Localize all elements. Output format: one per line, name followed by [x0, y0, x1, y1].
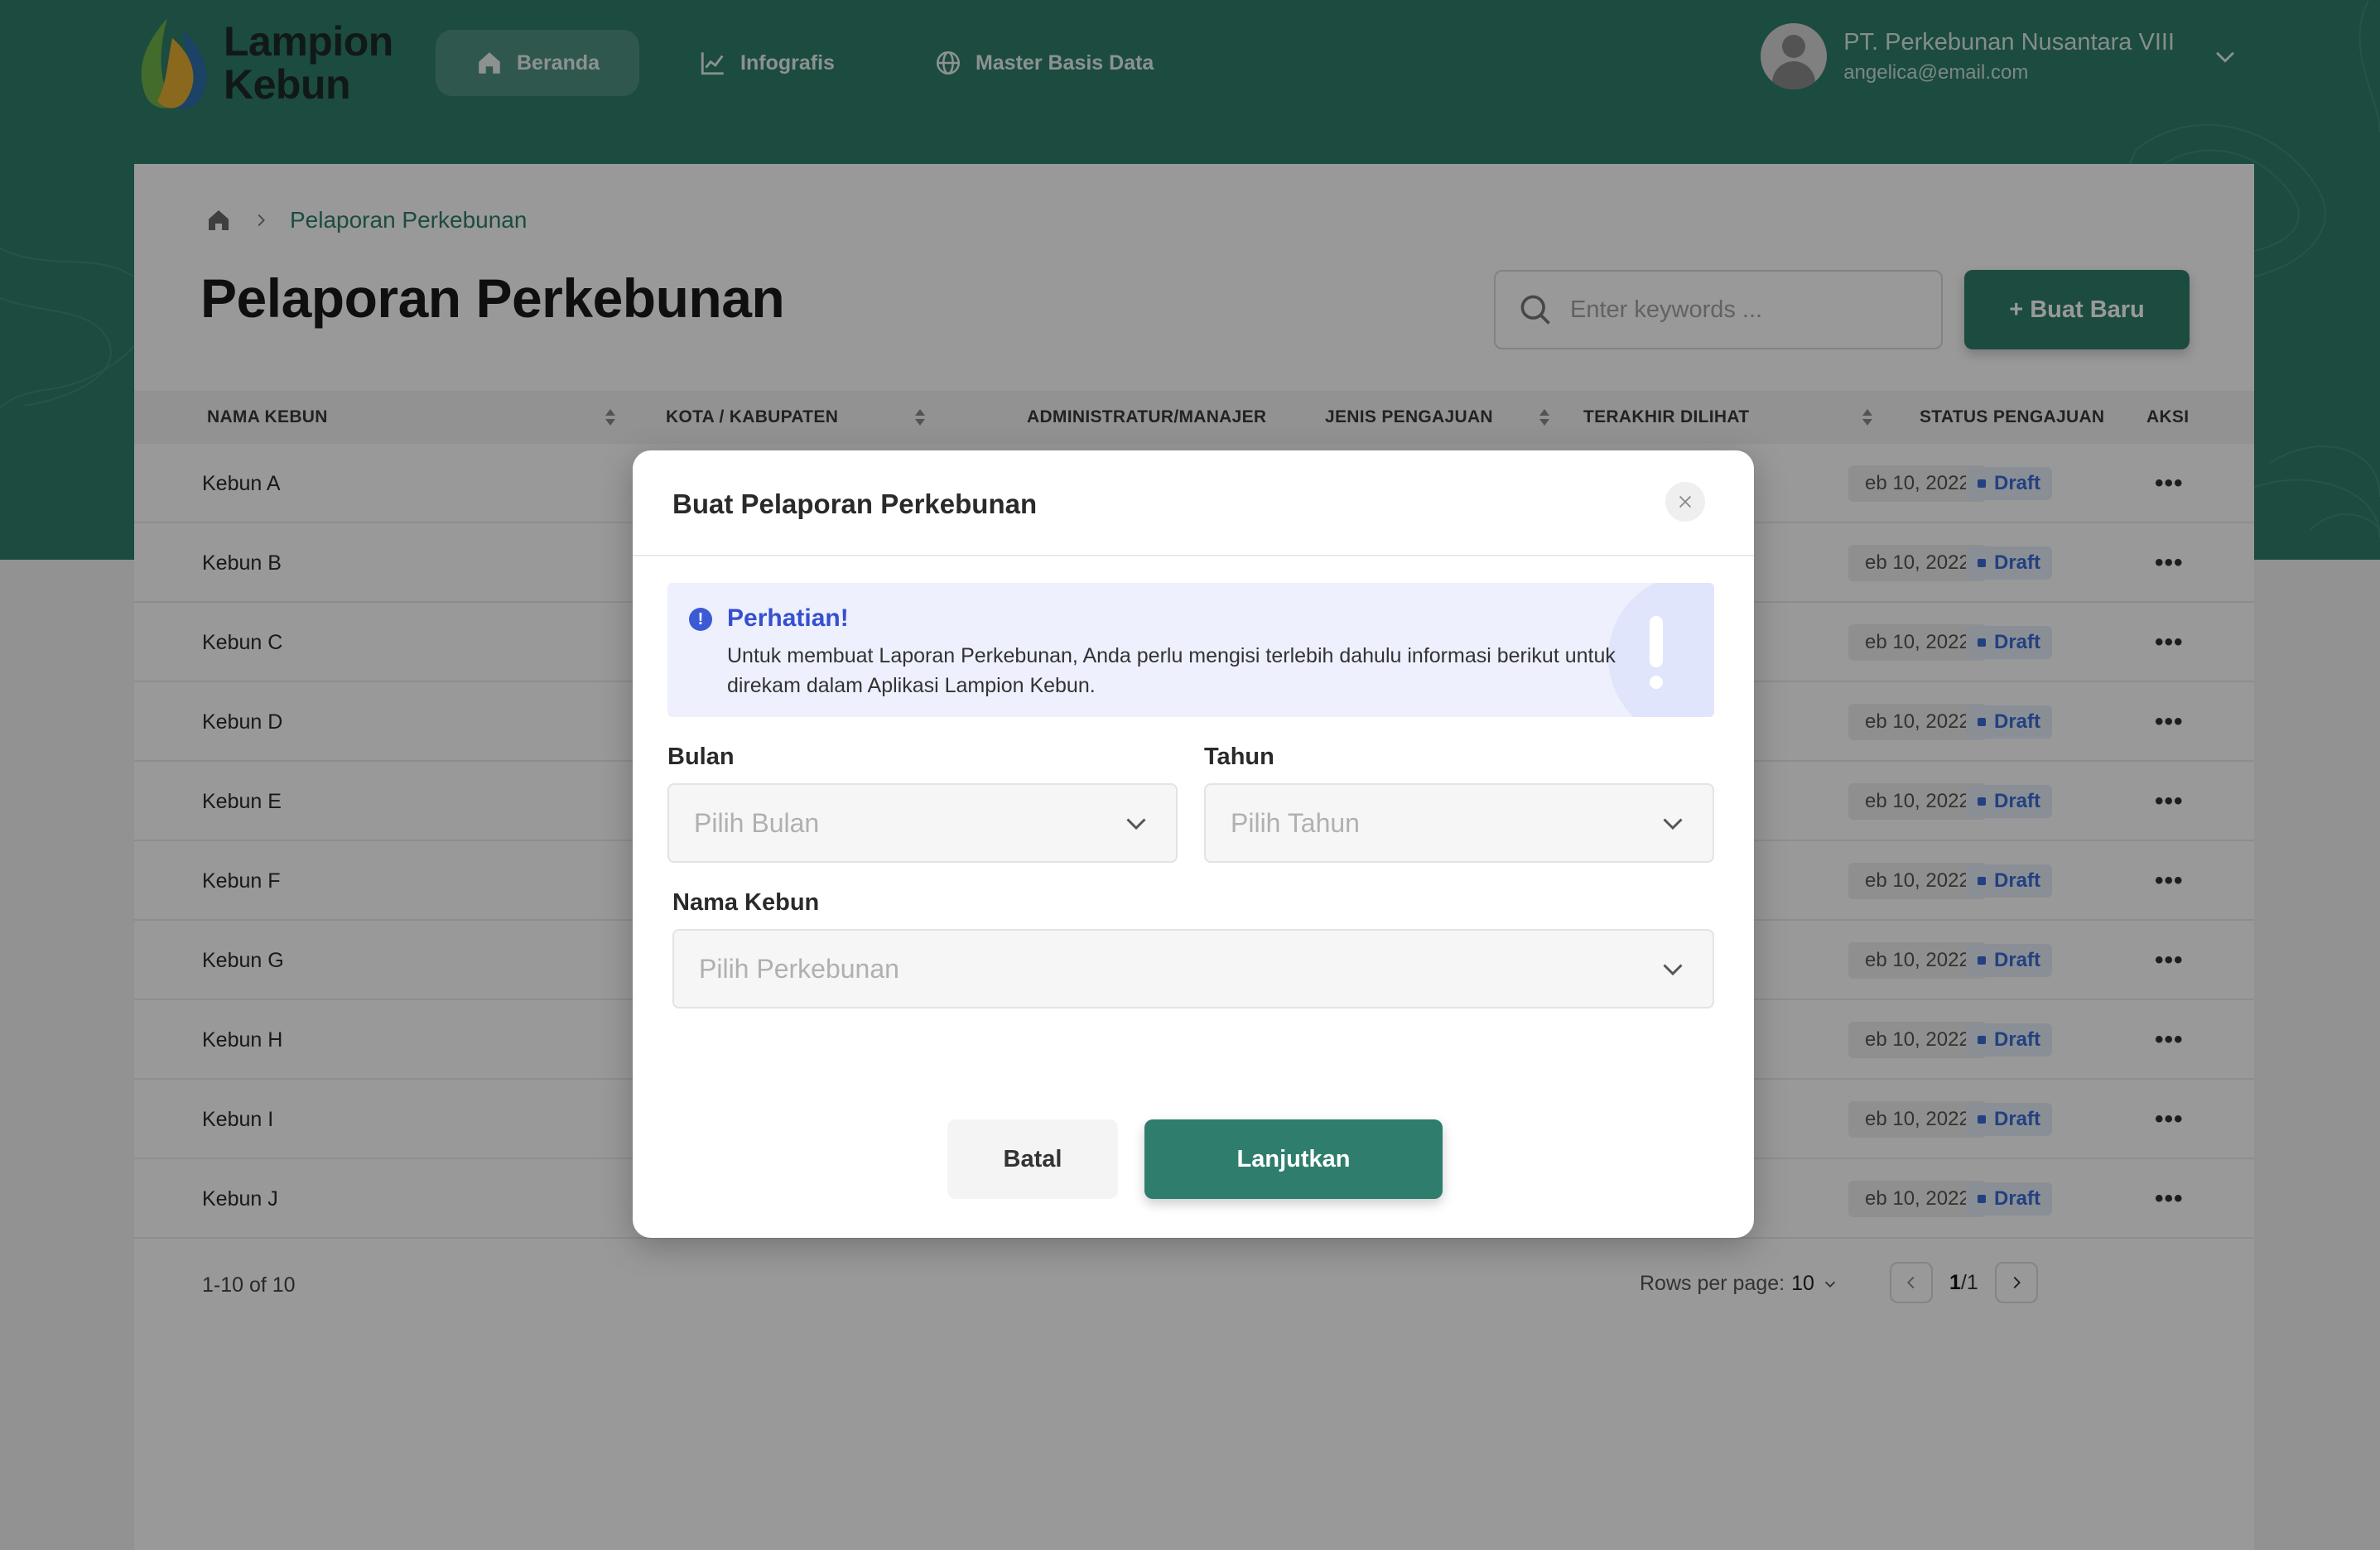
modal-title: Buat Pelaporan Perkebunan [672, 489, 1038, 519]
alert-message: Untuk membuat Laporan Perkebunan, Anda p… [727, 644, 1616, 697]
bulan-select[interactable]: Pilih Bulan [667, 783, 1178, 863]
chevron-down-icon [1126, 818, 1146, 830]
chevron-down-icon [1663, 818, 1683, 830]
bulan-label: Bulan [667, 744, 735, 770]
chevron-down-icon [1663, 964, 1683, 976]
close-icon [1679, 495, 1692, 508]
close-button[interactable] [1665, 482, 1705, 522]
info-icon: ! [689, 608, 712, 631]
create-report-modal: Buat Pelaporan Perkebunan ! Perhatian! U… [633, 450, 1754, 1238]
cancel-button[interactable]: Batal [947, 1119, 1118, 1199]
tahun-label: Tahun [1204, 744, 1274, 770]
tahun-placeholder: Pilih Tahun [1231, 807, 1360, 838]
modal-divider [633, 555, 1754, 556]
bulan-placeholder: Pilih Bulan [694, 807, 820, 838]
tahun-select[interactable]: Pilih Tahun [1204, 783, 1714, 863]
exclamation-watermark-icon [1650, 616, 1663, 689]
nama-kebun-label: Nama Kebun [672, 889, 820, 916]
continue-button[interactable]: Lanjutkan [1144, 1119, 1443, 1199]
nama-kebun-select[interactable]: Pilih Perkebunan [672, 929, 1714, 1008]
nama-kebun-placeholder: Pilih Perkebunan [699, 953, 899, 984]
attention-alert: ! Perhatian! Untuk membuat Laporan Perke… [667, 583, 1714, 717]
alert-title: Perhatian! [727, 604, 849, 632]
